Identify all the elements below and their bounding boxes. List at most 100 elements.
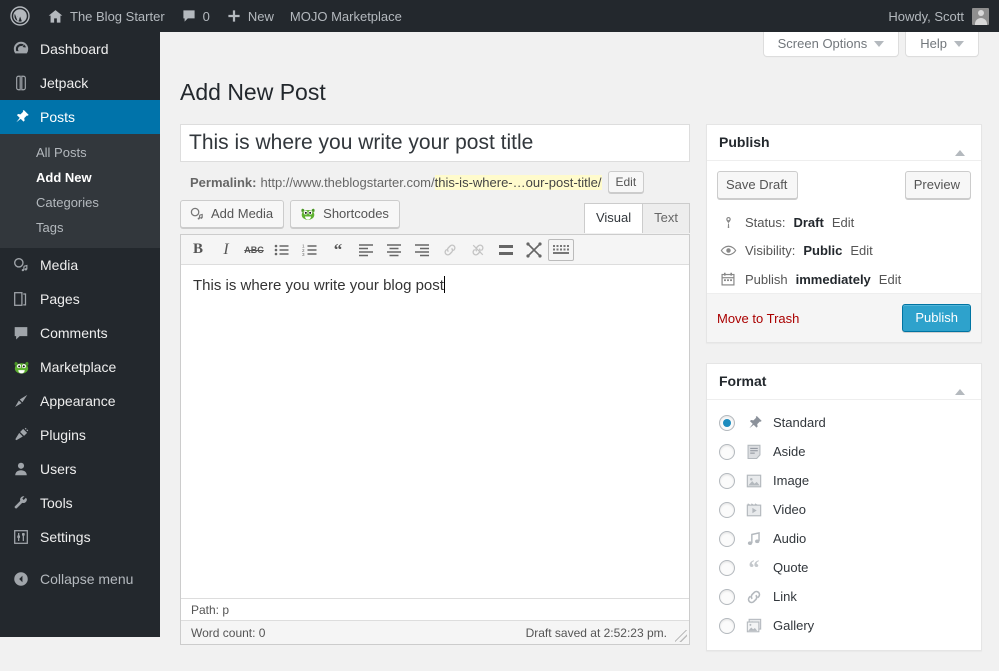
radio-video[interactable] <box>719 501 735 518</box>
align-center-icon[interactable] <box>380 237 408 263</box>
format-label: Quote <box>773 559 809 575</box>
audio-note-icon <box>744 529 764 549</box>
comments-button[interactable]: 0 <box>173 0 218 32</box>
radio-audio[interactable] <box>719 530 735 547</box>
sidebar-item-label: Comments <box>40 325 108 341</box>
radio-aside[interactable] <box>719 443 735 460</box>
publish-panel-title: Publish <box>719 133 770 150</box>
format-option-gallery[interactable]: Gallery <box>719 611 969 640</box>
sidebar-item-users[interactable]: Users <box>0 452 160 486</box>
calendar-icon <box>719 271 737 287</box>
save-draft-button[interactable]: Save Draft <box>717 171 799 199</box>
home-icon <box>47 8 64 25</box>
format-panel-toggle[interactable] <box>951 370 969 395</box>
sidebar-item-comments[interactable]: Comments <box>0 316 160 350</box>
wordpress-logo-button[interactable] <box>0 0 39 32</box>
permalink-edit-button[interactable]: Edit <box>607 171 645 193</box>
bullet-list-icon[interactable] <box>268 237 296 263</box>
publish-panel: Publish Save Draft Preview Status: Draft… <box>706 124 982 343</box>
collapse-menu-button[interactable]: Collapse menu <box>0 562 160 596</box>
visibility-edit-link[interactable]: Edit <box>850 243 872 258</box>
user-icon <box>11 459 31 479</box>
preview-button[interactable]: Preview <box>904 171 971 199</box>
add-media-button[interactable]: Add Media <box>180 200 285 228</box>
sidebar-item-settings[interactable]: Settings <box>0 520 160 554</box>
shortcodes-button[interactable]: Shortcodes <box>290 200 400 228</box>
post-content-editor[interactable]: This is where you write your blog post <box>181 265 689 598</box>
fullscreen-icon[interactable] <box>520 237 548 263</box>
screen-options-button[interactable]: Screen Options <box>762 32 900 57</box>
format-option-video[interactable]: Video <box>719 495 969 524</box>
format-option-quote[interactable]: “ Quote <box>719 553 969 582</box>
publish-panel-toggle[interactable] <box>951 131 969 156</box>
align-left-icon[interactable] <box>352 237 380 263</box>
submenu-item-tags[interactable]: Tags <box>0 215 160 240</box>
radio-gallery[interactable] <box>719 617 735 634</box>
read-more-icon[interactable] <box>492 237 520 263</box>
eye-icon <box>719 242 737 259</box>
bold-icon[interactable]: B <box>184 237 212 263</box>
new-content-button[interactable]: New <box>218 0 282 32</box>
sidebar-item-label: Marketplace <box>40 359 117 375</box>
chevron-up-icon <box>955 135 965 156</box>
editor-resize-handle[interactable] <box>675 630 687 642</box>
strikethrough-icon[interactable]: ABC <box>240 237 268 263</box>
format-label: Audio <box>773 530 807 546</box>
editor-path-bar: Path: p <box>181 598 689 620</box>
page-title: Add New Post <box>180 79 326 105</box>
paintbrush-icon <box>11 391 31 411</box>
image-icon <box>744 471 764 491</box>
sidebar-item-plugins[interactable]: Plugins <box>0 418 160 452</box>
radio-link[interactable] <box>719 588 735 605</box>
publish-date-row: Publish immediately Edit <box>717 265 971 293</box>
help-button[interactable]: Help <box>905 32 979 57</box>
status-label: Status: <box>745 215 786 230</box>
link-icon[interactable] <box>436 237 464 263</box>
comment-bubble-icon <box>11 323 31 343</box>
radio-image[interactable] <box>719 472 735 489</box>
sidebar-item-posts[interactable]: Posts <box>0 100 168 134</box>
sidebar-item-dashboard[interactable]: Dashboard <box>0 32 160 66</box>
submenu-item-add-new[interactable]: Add New <box>0 165 160 190</box>
submenu-item-categories[interactable]: Categories <box>0 190 160 215</box>
format-option-audio[interactable]: Audio <box>719 524 969 553</box>
align-right-icon[interactable] <box>408 237 436 263</box>
italic-icon[interactable]: I <box>212 237 240 263</box>
sidebar-item-appearance[interactable]: Appearance <box>0 384 160 418</box>
format-option-standard[interactable]: Standard <box>719 408 969 437</box>
publish-button[interactable]: Publish <box>902 304 971 332</box>
wordpress-logo-icon <box>10 6 30 26</box>
permalink-base: http://www.theblogstarter.com/ <box>260 174 435 190</box>
mojo-marketplace-button[interactable]: MOJO Marketplace <box>282 0 410 32</box>
numbered-list-icon[interactable]: 123 <box>296 237 324 263</box>
move-to-trash-link[interactable]: Move to Trash <box>717 311 799 326</box>
radio-quote[interactable] <box>719 559 735 576</box>
sidebar-item-media[interactable]: Media <box>0 248 160 282</box>
blockquote-icon[interactable]: “ <box>324 237 352 263</box>
sidebar-item-pages[interactable]: Pages <box>0 282 160 316</box>
publish-date-edit-link[interactable]: Edit <box>879 272 901 287</box>
sidebar-item-tools[interactable]: Tools <box>0 486 160 520</box>
kitchen-sink-icon[interactable] <box>548 238 574 261</box>
my-account-area[interactable]: Howdy, Scott <box>888 0 999 32</box>
post-body-main: Permalink: http://www.theblogstarter.com… <box>180 124 690 645</box>
tab-text[interactable]: Text <box>642 203 690 233</box>
tab-visual[interactable]: Visual <box>583 203 644 233</box>
site-name-button[interactable]: The Blog Starter <box>39 0 173 32</box>
submenu-item-all-posts[interactable]: All Posts <box>0 140 160 165</box>
sidebar-item-label: Plugins <box>40 427 86 443</box>
post-title-input[interactable] <box>180 124 690 162</box>
status-edit-link[interactable]: Edit <box>832 215 854 230</box>
format-label: Gallery <box>773 617 815 633</box>
format-option-image[interactable]: Image <box>719 466 969 495</box>
format-option-link[interactable]: Link <box>719 582 969 611</box>
posts-submenu: All Posts Add New Categories Tags <box>0 134 160 248</box>
sidebar-item-jetpack[interactable]: Jetpack <box>0 66 160 100</box>
new-label: New <box>247 8 274 24</box>
sidebar-item-marketplace[interactable]: Marketplace <box>0 350 160 384</box>
unlink-icon[interactable] <box>464 237 492 263</box>
radio-standard[interactable] <box>719 414 735 431</box>
sidebar-item-label: Appearance <box>40 393 116 409</box>
format-option-aside[interactable]: Aside <box>719 437 969 466</box>
sliders-icon <box>11 527 31 547</box>
